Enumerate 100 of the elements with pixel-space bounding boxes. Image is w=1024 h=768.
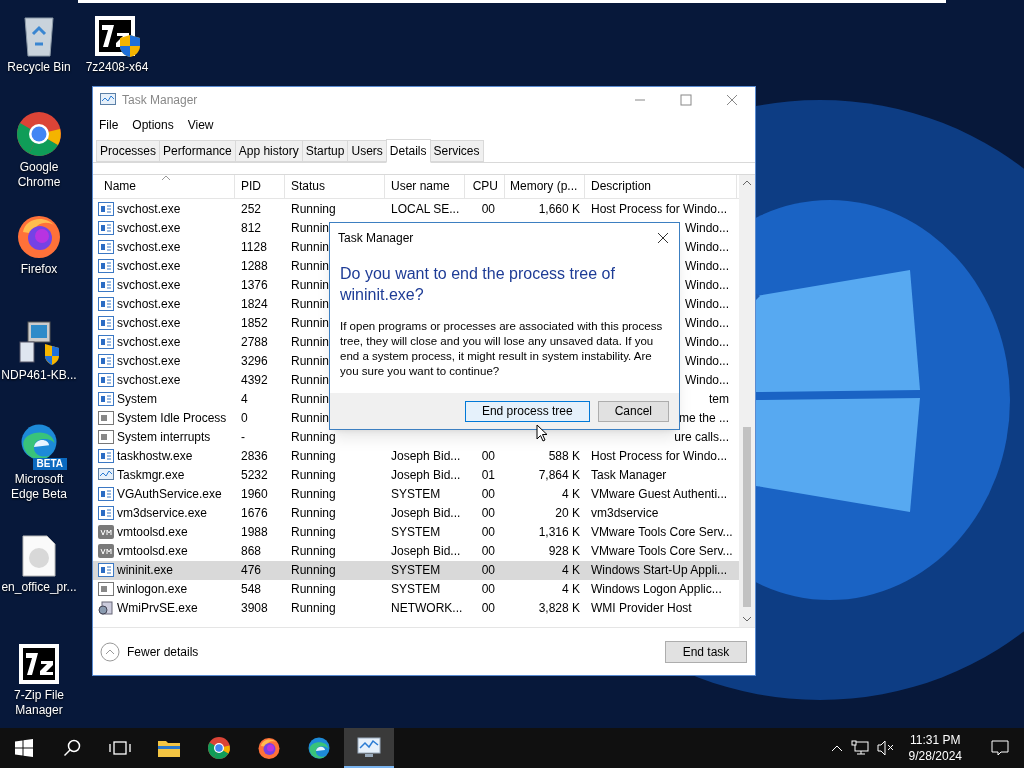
table-cell-text: Runnin [291,258,330,276]
table-cell-text: 00 [481,486,495,504]
table-cell-text: 5232 [241,467,268,485]
table-cell-text: VGAuthService.exe [117,486,222,504]
table-cell-text: 588 K [548,448,580,466]
table-cell-text: NETWORK... [391,600,463,618]
table-cell-text: vmtoolsd.exe [117,543,188,561]
table-cell-text: Windows Logon Applic... [591,581,722,599]
table-cell-text: 4 K [562,486,580,504]
table-cell-text: WmiPrvSE.exe [117,600,198,618]
table-cell-text: Windo... [685,220,729,238]
table-cell-text: 00 [481,505,495,523]
table-cell-text: svchost.exe [117,296,181,314]
table-cell-text: tem [709,391,729,409]
table-cell-text: svchost.exe [117,201,181,219]
table-cell-text: Task Manager [591,467,667,485]
table-cell-text: VMware Tools Core Serv... [591,524,733,542]
table-cell-text: 20 K [555,505,580,523]
table-cell-text: 00 [481,600,495,618]
table-cell-text: 00 [481,543,495,561]
table-cell-text: Running [291,448,336,466]
table-cell-text: 00 [481,201,495,219]
table-cell-text: 4 [241,391,248,409]
table-cell-text: Running [291,524,336,542]
table-cell-text: svchost.exe [117,277,181,295]
table-cell-text: 476 [241,562,262,580]
table-cell-text: 00 [481,448,495,466]
table-cell-text: Running [291,429,336,447]
table-cell-text: 4 K [562,562,580,580]
table-cell-text: wininit.exe [117,562,174,580]
table-cell-text: Running [291,600,336,618]
table-cell-text: Running [291,562,336,580]
table-cell-text: 3,828 K [538,600,580,618]
window-title: Task Manager [122,92,198,109]
table-cell-text: 4 K [562,581,580,599]
table-cell-text: vmtoolsd.exe [117,524,188,542]
beta-badge: BETA [32,458,67,470]
table-cell-text: Windo... [685,258,729,276]
table-cell-text: 1288 [241,258,268,276]
table-cell-text: Windows Start-Up Appli... [591,562,728,580]
table-cell-text: Running [291,543,336,561]
table-cell-text: Host Process for Windo... [591,201,728,219]
table-cell-text: 1376 [241,277,268,295]
table-cell-text: winlogon.exe [117,581,188,599]
table-cell-text: 1,316 K [538,524,580,542]
table-cell-text: Runnin [291,372,330,390]
table-cell-text: Runnin [291,220,330,238]
table-cell-text: vm3dservice [591,505,659,523]
table-cell-text: System [117,391,157,409]
table-cell-text: Running [291,505,336,523]
table-cell-text: Runnin [291,296,330,314]
table-cell-text: svchost.exe [117,315,181,333]
table-cell-text: Runnin [291,315,330,333]
table-cell-text: 00 [481,581,495,599]
table-cell-text: 7,864 K [538,467,580,485]
dialog-heading: Do you want to end the process tree of wininit.exe? [340,264,616,305]
table-cell-text: 4392 [241,372,268,390]
table-cell-text: 00 [481,524,495,542]
table-cell-text: 0 [241,410,248,428]
table-cell-text: Runnin [291,239,330,257]
table-cell-text: LOCAL SE... [391,201,460,219]
table-cell-text: Running [291,467,336,485]
table-cell-text: VMware Guest Authenti... [591,486,728,504]
table-cell-text: Runnin [291,334,330,352]
table-cell-text: SYSTEM [391,562,441,580]
table-cell-text: 1676 [241,505,268,523]
table-cell-text: Runnin [291,353,330,371]
table-cell-text: 3296 [241,353,268,371]
table-cell-text: SYSTEM [391,486,441,504]
table-cell-text: SYSTEM [391,581,441,599]
table-cell-text: Windo... [685,372,729,390]
table-cell-text: 1824 [241,296,268,314]
table-cell-text: vm3dservice.exe [117,505,208,523]
table-cell-text: Running [291,486,336,504]
table-cell-text: me the ... [678,410,729,428]
table-cell-text: VMware Tools Core Serv... [591,543,733,561]
table-cell-text: SYSTEM [391,524,441,542]
table-cell-text: Running [291,581,336,599]
table-cell-text: 252 [241,201,262,219]
table-cell-text: Joseph Bid... [391,543,461,561]
table-cell-text: 1988 [241,524,268,542]
table-cell-text: Joseph Bid... [391,448,461,466]
table-cell-text: Runnin [291,277,330,295]
table-cell-text: 1960 [241,486,268,504]
table-cell-text: 1,660 K [538,201,580,219]
table-cell-text: 1128 [241,239,267,257]
table-cell-text: 1852 [241,315,268,333]
table-cell-text: 3908 [241,600,268,618]
table-cell-text: WMI Provider Host [591,600,692,618]
table-cell-text: taskhostw.exe [117,448,193,466]
table-cell-text: 928 K [548,543,580,561]
table-cell-text: System Idle Process [117,410,227,428]
table-cell-text: ure calls... [674,429,729,447]
table-cell-text: Runnin [291,391,330,409]
table-cell-text: Running [291,201,336,219]
table-cell-text: 868 [241,543,262,561]
table-cell-text: 00 [481,562,495,580]
table-cell-text: 812 [241,220,262,238]
table-cell-text: Windo... [685,296,729,314]
table-cell-text: 2836 [241,448,268,466]
